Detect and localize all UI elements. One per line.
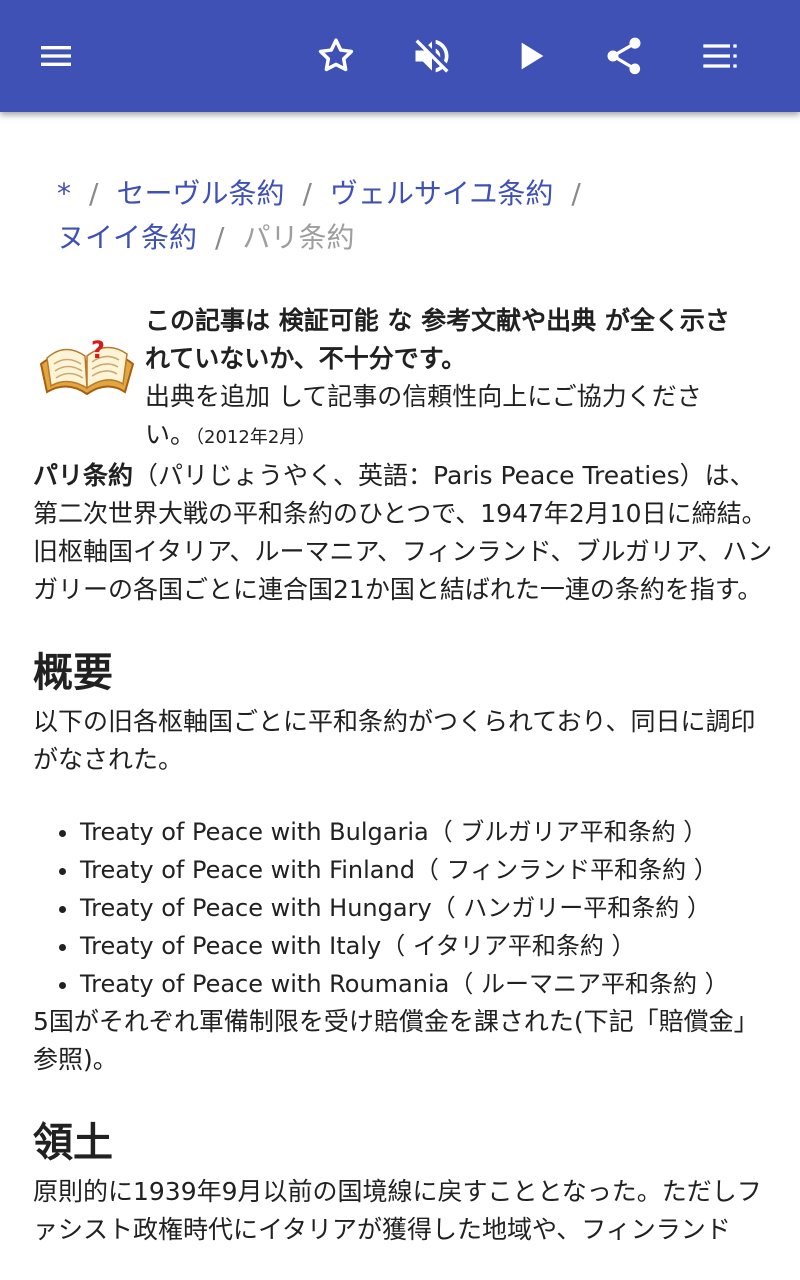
book-question-icon: ? xyxy=(39,336,135,396)
notice-body: 出典を追加 して記事の信頼性向上にご協力くださ い。（2012年2月） xyxy=(145,382,702,449)
breadcrumb-neuilly[interactable]: ヌイイ条約 xyxy=(57,221,197,254)
breadcrumb-separator: / xyxy=(89,177,99,210)
list-item: Treaty of Peace with Roumania（ ルーマニア平和条約… xyxy=(80,965,773,1003)
section-heading-overview: 概要 xyxy=(33,650,113,696)
menu-button[interactable] xyxy=(26,26,86,86)
breadcrumb-root[interactable]: * xyxy=(57,177,71,210)
article-term: パリ条約 xyxy=(33,461,134,490)
list-icon xyxy=(703,44,737,68)
overview-paragraph: 以下の旧各枢軸国ごとに平和条約がつくられており、同日に調印がなされた。 xyxy=(33,707,756,774)
article: * / セーヴル条約 / ヴェルサイユ条約 / ヌイイ条約 / パリ条約 ? この記事は 検証可… xyxy=(33,172,773,1249)
breadcrumb-sevres[interactable]: セーヴル条約 xyxy=(116,177,284,210)
notice-date: （2012年2月） xyxy=(195,427,316,448)
star-icon xyxy=(318,38,354,72)
mute-button[interactable] xyxy=(402,26,462,86)
play-button[interactable] xyxy=(500,26,560,86)
breadcrumb-separator: / xyxy=(302,177,312,210)
share-button[interactable] xyxy=(594,26,654,86)
list-item: Treaty of Peace with Bulgaria（ ブルガリア平和条約… xyxy=(80,813,773,851)
share-icon xyxy=(607,37,641,75)
notice-title: この記事は 検証可能 な 参考文献や出典 が全く示さ れていないか、不十分です。 xyxy=(145,306,730,373)
volume-off-icon xyxy=(415,39,449,73)
intro-paragraph: パリ条約（パリじょうやく、英語：Paris Peace Treaties）は、第… xyxy=(33,461,773,604)
play-icon xyxy=(521,42,544,70)
list-item: Treaty of Peace with Hungary（ ハンガリー平和条約 … xyxy=(80,889,773,927)
overview-after-paragraph: 5国がそれぞれ軍備制限を受け賠償金を課された(下記「賠償金」参照)。 xyxy=(33,1007,759,1074)
treaty-list: Treaty of Peace with Bulgaria（ ブルガリア平和条約… xyxy=(33,813,773,1003)
svg-text:?: ? xyxy=(91,336,105,364)
list-item: Treaty of Peace with Italy（ イタリア平和条約 ） xyxy=(80,927,773,965)
menu-icon xyxy=(41,46,71,66)
territory-paragraph: 原則的に1939年9月以前の国境線に戻すこととなった。ただしファシスト政権時代に… xyxy=(33,1177,762,1244)
breadcrumb-separator: / xyxy=(215,221,225,254)
breadcrumb-versailles[interactable]: ヴェルサイユ条約 xyxy=(330,177,553,210)
bookmark-button[interactable] xyxy=(306,26,366,86)
breadcrumb: * / セーヴル条約 / ヴェルサイユ条約 / ヌイイ条約 / パリ条約 xyxy=(33,172,773,260)
list-item: Treaty of Peace with Finland（ フィンランド平和条約… xyxy=(80,851,773,889)
breadcrumb-current: パリ条約 xyxy=(242,221,355,254)
section-heading-territory: 領土 xyxy=(33,1120,113,1166)
app-bar xyxy=(0,0,800,112)
citation-notice: ? この記事は 検証可能 な 参考文献や出典 が全く示さ れていないか、不十分です… xyxy=(33,302,773,457)
breadcrumb-separator: / xyxy=(571,177,581,210)
contents-button[interactable] xyxy=(690,26,750,86)
